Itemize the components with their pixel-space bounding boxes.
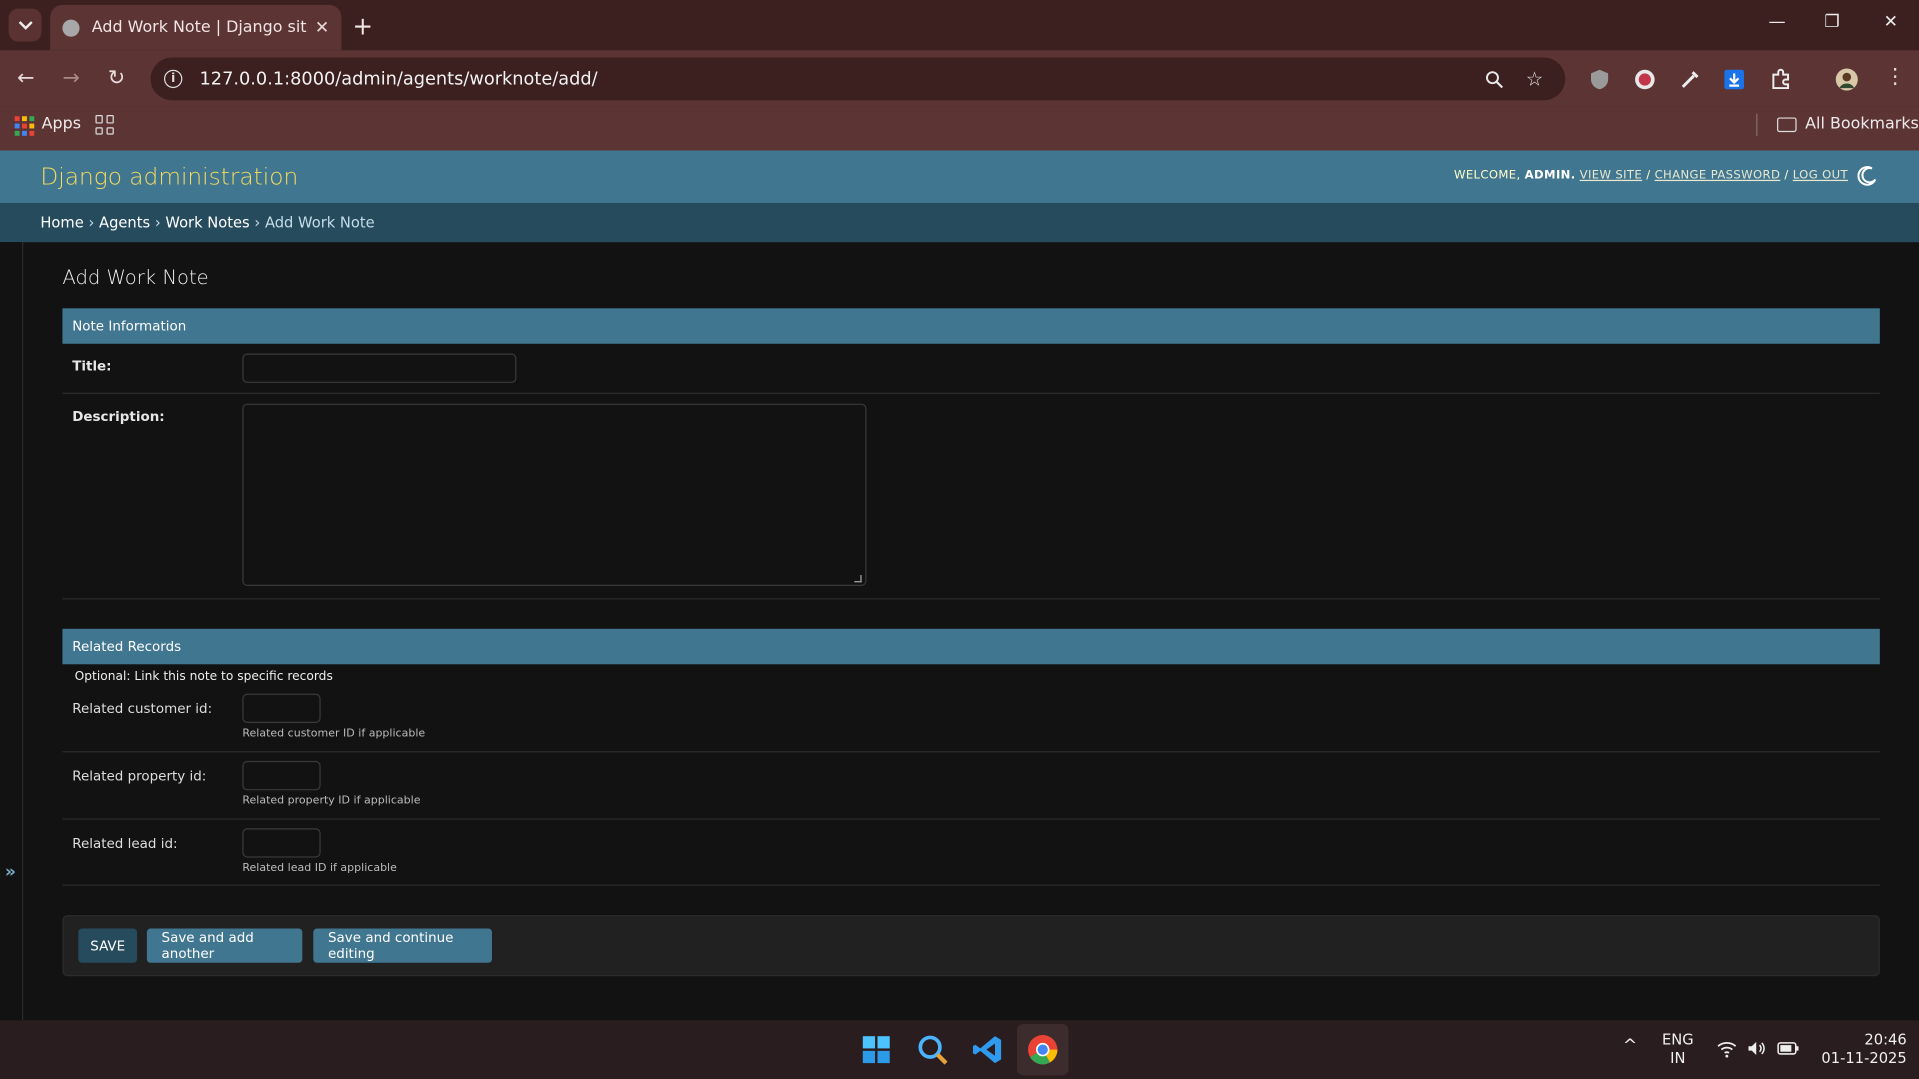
close-tab-icon[interactable]: ✕ (315, 18, 329, 38)
reload-button[interactable]: ↻ (108, 66, 125, 90)
title-label: Title: (72, 358, 112, 375)
related-property-help: Related property ID if applicable (242, 795, 421, 808)
site-branding[interactable]: Django administration (40, 164, 298, 191)
breadcrumb-current: Add Work Note (264, 214, 375, 232)
browser-tab-strip: Add Work Note | Django site ac ✕ + — ❐ ✕ (0, 0, 1919, 51)
chrome-icon[interactable] (1026, 1033, 1060, 1067)
browser-tab-active[interactable]: Add Work Note | Django site ac ✕ (50, 4, 342, 51)
fieldset-heading-note-information: Note Information (62, 308, 1880, 344)
browser-menu-icon[interactable]: ⋮ (1885, 65, 1906, 89)
save-and-add-another-button[interactable]: Save and add another (146, 928, 303, 963)
volume-icon[interactable] (1745, 1037, 1767, 1059)
related-customer-help: Related customer ID if applicable (242, 727, 426, 741)
breadcrumb-agents[interactable]: Agents (99, 214, 150, 231)
globe-icon (62, 18, 80, 37)
form-row-title: Title: (62, 344, 1880, 394)
minimize-window-button[interactable]: — (1765, 12, 1789, 32)
related-property-label: Related property id: (72, 768, 207, 785)
forward-button[interactable]: → (62, 66, 79, 90)
browser-toolbar: ← → ↻ i 127.0.0.1:8000/admin/agents/work… (0, 50, 1919, 107)
bookmark-star-icon[interactable]: ☆ (1526, 67, 1544, 90)
back-button[interactable]: ← (17, 66, 34, 90)
clock[interactable]: 20:46 01-11-2025 (1809, 1031, 1907, 1068)
zoom-icon[interactable] (1484, 69, 1504, 89)
clock-time: 20:46 (1864, 1031, 1907, 1049)
download-icon[interactable] (1722, 67, 1746, 91)
description-textarea[interactable] (242, 403, 867, 586)
related-customer-label: Related customer id: (72, 700, 213, 717)
save-and-continue-button[interactable]: Save and continue editing (313, 928, 492, 963)
username: ADMIN. (1524, 168, 1576, 183)
resize-handle-icon[interactable] (854, 574, 862, 583)
breadcrumb-work-notes[interactable]: Work Notes (165, 214, 249, 231)
view-site-link[interactable]: VIEW SITE (1580, 169, 1642, 182)
language-indicator[interactable]: ENG IN (1662, 1031, 1694, 1068)
welcome-text: WELCOME, (1453, 168, 1521, 183)
all-bookmarks-button[interactable]: All Bookmarks (1777, 115, 1919, 133)
bookmarks-bar (0, 106, 1919, 151)
separator: / (1646, 168, 1651, 183)
tab-search-button[interactable] (8, 8, 42, 42)
eyedropper-icon[interactable] (1678, 67, 1702, 91)
form-row-related-customer: Related customer id: Related customer ID… (62, 689, 1880, 753)
form-row-description: Description: (62, 394, 1880, 600)
form-row-related-property: Related property id: Related property ID… (62, 752, 1880, 820)
address-bar[interactable]: i 127.0.0.1:8000/admin/agents/worknote/a… (150, 57, 1566, 101)
restore-window-button[interactable]: ❐ (1820, 12, 1844, 32)
all-bookmarks-label: All Bookmarks (1805, 114, 1919, 134)
theme-toggle-moon-icon[interactable] (1857, 165, 1879, 187)
new-tab-button[interactable]: + (352, 11, 373, 40)
related-lead-label: Related lead id: (72, 835, 178, 852)
vscode-icon[interactable] (971, 1033, 1005, 1067)
bookmarks-divider (1756, 113, 1758, 136)
folder-icon (1777, 116, 1797, 132)
description-label: Description: (72, 408, 165, 425)
extensions-puzzle-icon[interactable] (1768, 67, 1792, 91)
windows-start-icon[interactable] (859, 1033, 893, 1067)
nav-sidebar: » (0, 242, 24, 1021)
show-hidden-icons-chevron[interactable]: ^ (1623, 1037, 1637, 1055)
breadcrumb-sep: › (154, 214, 161, 232)
fieldset-description: Optional: Link this note to specific rec… (74, 670, 333, 684)
clock-date: 01-11-2025 (1821, 1049, 1907, 1067)
page-title: Add Work Note (62, 265, 209, 289)
site-info-icon[interactable]: i (163, 69, 183, 89)
sidebar-toggle-button[interactable]: » (5, 862, 16, 882)
search-icon[interactable] (915, 1033, 949, 1067)
battery-icon[interactable] (1776, 1037, 1800, 1059)
fieldset-heading-related-records: Related Records (62, 628, 1880, 665)
wifi-icon[interactable] (1716, 1037, 1738, 1059)
url-text[interactable]: 127.0.0.1:8000/admin/agents/worknote/add… (199, 69, 1484, 89)
region-code: IN (1670, 1049, 1686, 1067)
breadcrumb: Home › Agents › Work Notes › Add Work No… (0, 203, 1919, 243)
close-window-button[interactable]: ✕ (1879, 12, 1903, 32)
tab-groups-icon[interactable] (95, 114, 115, 135)
chevron-down-icon (18, 20, 33, 30)
language-code: ENG (1661, 1031, 1694, 1049)
related-lead-help: Related lead ID if applicable (242, 862, 397, 875)
breadcrumb-sep: › (88, 214, 95, 232)
breadcrumb-sep: › (254, 214, 261, 232)
log-out-link[interactable]: LOG OUT (1793, 169, 1848, 182)
apps-bookmark[interactable]: Apps (42, 115, 81, 133)
apps-grid-icon[interactable] (14, 116, 35, 136)
save-button[interactable]: SAVE (78, 928, 138, 963)
extension-icon-red[interactable] (1633, 67, 1657, 91)
related-lead-input[interactable] (242, 828, 321, 858)
change-password-link[interactable]: CHANGE PASSWORD (1655, 169, 1781, 182)
title-input[interactable] (242, 353, 517, 383)
submit-row: SAVE Save and add another Save and conti… (62, 915, 1880, 977)
related-customer-input[interactable] (242, 693, 321, 724)
tab-title: Add Work Note | Django site ac (91, 18, 308, 37)
form-row-related-lead: Related lead id: Related lead ID if appl… (62, 820, 1880, 886)
separator: / (1784, 168, 1789, 183)
profile-avatar-icon[interactable] (1835, 67, 1859, 91)
django-header: Django administration WELCOME, ADMIN. VI… (0, 150, 1919, 204)
shield-extension-icon[interactable] (1587, 67, 1611, 91)
os-taskbar: ^ ENG IN 20:46 01-11-2025 (0, 1020, 1919, 1079)
related-property-input[interactable] (242, 760, 321, 791)
user-tools: WELCOME, ADMIN. VIEW SITE / CHANGE PASSW… (1454, 169, 1848, 182)
breadcrumb-home[interactable]: Home (40, 214, 83, 231)
